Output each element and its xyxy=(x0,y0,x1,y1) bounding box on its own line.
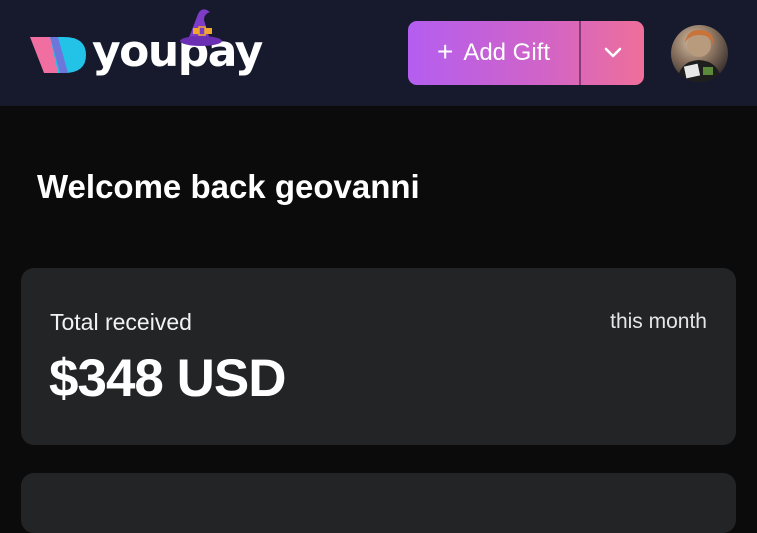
add-gift-button[interactable]: + Add Gift xyxy=(408,21,579,85)
total-received-card: Total received this month $348 USD xyxy=(21,268,736,445)
add-gift-split-button: + Add Gift xyxy=(408,21,644,85)
total-received-amount: $348 USD xyxy=(49,349,287,408)
top-header: youpay + Add Gift xyxy=(0,0,757,106)
logo-mark-icon xyxy=(30,37,86,73)
add-gift-label: Add Gift xyxy=(463,39,551,66)
plus-icon: + xyxy=(436,35,454,67)
next-card xyxy=(21,473,736,533)
welcome-heading: Welcome back geovanni xyxy=(37,168,420,205)
youpay-logo[interactable]: youpay xyxy=(28,9,263,88)
witch-hat-icon xyxy=(180,9,222,46)
add-gift-dropdown-button[interactable] xyxy=(581,21,644,85)
card-period: this month xyxy=(610,310,707,333)
chevron-down-icon xyxy=(604,47,621,58)
logo-wordmark: youpay xyxy=(92,26,263,77)
card-title: Total received xyxy=(50,309,192,335)
avatar-photo-icon xyxy=(677,29,722,82)
user-avatar[interactable] xyxy=(671,25,728,82)
